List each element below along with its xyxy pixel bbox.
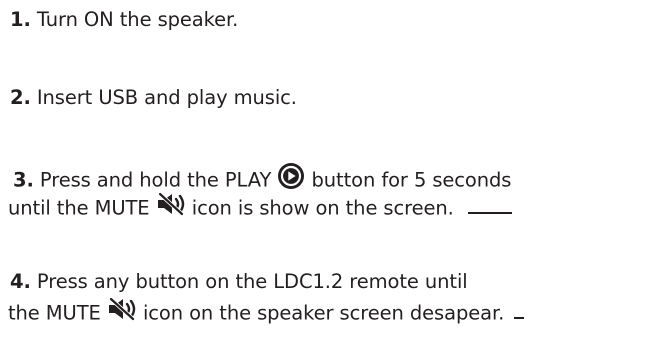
mute-icon [107,297,137,327]
step-3-line-2: until the MUTE icon is show on the scree… [8,192,512,224]
step-3-text-before-mute: until the MUTE [8,196,150,220]
step-2-number: 2. [10,86,31,109]
step-4-text-after-mute: icon on the speaker screen desapear. [142,301,505,325]
step-4-text-line-1: Press any button on the LDC1.2 remote un… [36,270,468,293]
step-1-text: Turn ON the speaker. [36,8,239,31]
step-3-text-after-mute: icon is show on the screen. [191,196,454,220]
mute-icon [156,192,186,222]
step-4-line-2: the MUTE icon on the speaker screen desa… [8,297,525,329]
step-3-text-after-play: button for 5 seconds [311,168,512,192]
step-3-number: 3. [13,168,34,192]
play-icon [277,162,305,196]
step-3-line-1: 3. Press and hold the PLAY button for 5 … [13,162,512,198]
step-2: 2. Insert USB and play music. [10,86,297,110]
underline-rule [514,317,525,319]
step-4-number: 4. [10,270,31,293]
step-4-text-before-mute: the MUTE [8,301,101,325]
step-1-number: 1. [10,8,31,31]
instructions-page: { "steps": [ { "number": "1.", "text": "… [0,0,654,337]
underline-rule [467,212,512,214]
step-4-line-1: 4. Press any button on the LDC1.2 remote… [10,270,468,294]
step-2-text: Insert USB and play music. [36,86,297,109]
step-3-text-before-play: Press and hold the PLAY [39,168,272,192]
step-1: 1. Turn ON the speaker. [10,8,238,32]
